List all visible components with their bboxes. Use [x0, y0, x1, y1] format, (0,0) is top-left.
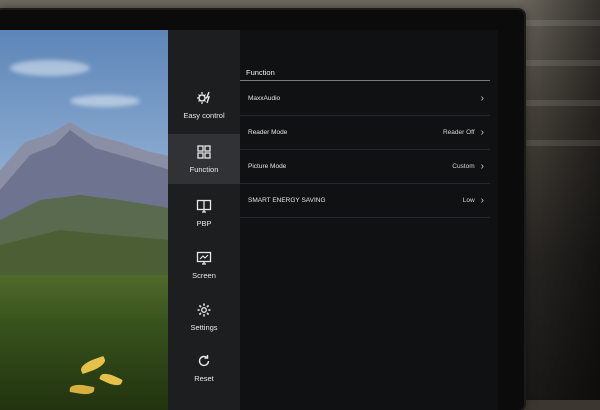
row-label: Picture Mode [248, 163, 287, 170]
menu-row-picture-mode[interactable]: Picture Mode Custom › [240, 150, 490, 184]
osd-main-panel: Function MaxxAudio › Reader Mode Reader … [240, 30, 498, 410]
sidebar-item-label: Settings [190, 323, 218, 332]
chevron-right-icon: › [480, 160, 484, 172]
row-value: Custom [452, 163, 475, 170]
row-right: Low › [462, 194, 490, 206]
row-right: Custom › [452, 160, 490, 172]
menu-row-reader-mode[interactable]: Reader Mode Reader Off › [240, 116, 490, 150]
sidebar-item-label: Easy control [183, 111, 225, 120]
monitor-bezel: Easy control Function PBP Screen Setting… [0, 10, 524, 410]
row-label: SMART ENERGY SAVING [248, 197, 326, 204]
row-value: Low [462, 197, 475, 204]
chevron-right-icon: › [480, 126, 484, 138]
sidebar-item-function[interactable]: Function [168, 134, 240, 184]
gear-icon [197, 303, 211, 317]
chevron-right-icon: › [480, 194, 484, 206]
sidebar-item-label: PBP [196, 219, 212, 228]
sidebar-item-reset[interactable]: Reset [168, 343, 240, 393]
window-blind-slat [525, 20, 600, 26]
row-right: Reader Off › [442, 126, 490, 138]
sidebar-item-settings[interactable]: Settings [168, 292, 240, 342]
chevron-right-icon: › [480, 92, 484, 104]
row-label: MaxxAudio [248, 95, 281, 102]
reset-icon [198, 355, 210, 367]
sidebar-item-label: Function [189, 165, 219, 174]
row-value: Reader Off [442, 129, 475, 136]
game-scene [0, 30, 170, 410]
menu-row-maxxaudio[interactable]: MaxxAudio › [240, 82, 490, 116]
window-blind-slat [525, 100, 600, 106]
sidebar-item-label: Reset [194, 374, 214, 383]
easy-control-icon [197, 91, 210, 104]
window-blind-slat [525, 60, 600, 66]
pbp-icon [196, 199, 212, 213]
monitor-screen: Easy control Function PBP Screen Setting… [0, 30, 498, 410]
window-blind-slat [525, 140, 600, 146]
sidebar-item-screen[interactable]: Screen [168, 240, 240, 290]
page-title: Function [246, 68, 275, 77]
sidebar-item-label: Screen [192, 271, 216, 280]
osd-sidebar: Easy control Function PBP Screen Setting… [168, 30, 240, 410]
sidebar-item-easy-control[interactable]: Easy control [168, 80, 240, 130]
sidebar-item-pbp[interactable]: PBP [168, 188, 240, 238]
row-right: › [475, 92, 490, 104]
row-label: Reader Mode [248, 129, 288, 136]
title-divider [240, 80, 490, 81]
function-grid-icon [197, 145, 211, 159]
screen-icon [196, 251, 212, 265]
menu-row-smart-energy-saving[interactable]: SMART ENERGY SAVING Low › [240, 184, 490, 218]
